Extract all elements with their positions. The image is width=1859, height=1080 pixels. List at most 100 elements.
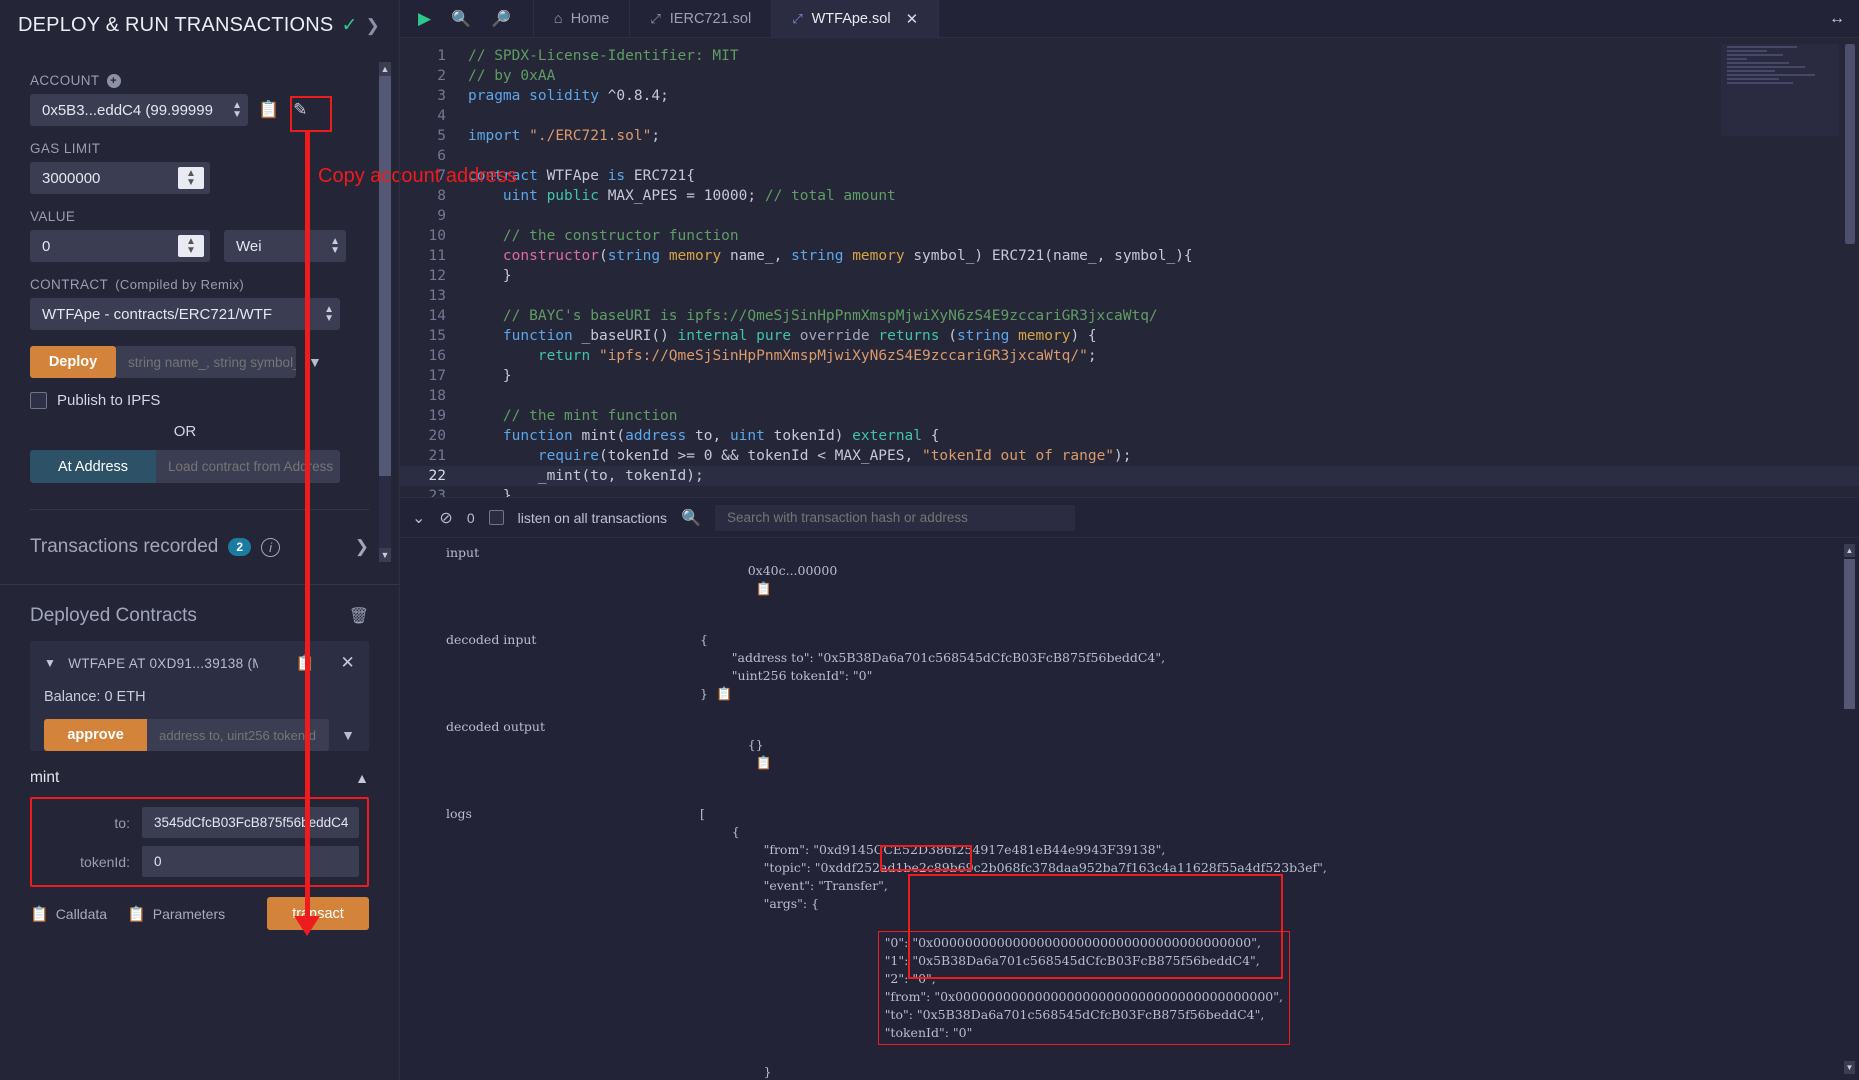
code-line: 20 function mint(address to, uint tokenI… (400, 426, 1859, 446)
copy-icon[interactable]: 📋 (708, 687, 732, 702)
approve-args-input[interactable] (147, 719, 330, 751)
tab-ierc721-label: IERC721.sol (669, 10, 752, 27)
line-number: 15 (428, 328, 446, 344)
line-number: 12 (428, 268, 446, 284)
info-icon[interactable]: i (261, 537, 281, 557)
stepper-icon[interactable]: ▲ ▼ (178, 167, 204, 189)
deploy-run-sidebar: DEPLOY & RUN TRANSACTIONS ✓ ❯ ACCOUNT + … (0, 0, 400, 1080)
copy-icon[interactable]: 📋 (254, 98, 283, 122)
scroll-down-icon[interactable]: ▼ (1844, 1061, 1855, 1074)
ban-icon[interactable]: ⊘ (439, 508, 452, 528)
play-icon[interactable]: ▶ (418, 9, 431, 29)
code-line: 3 pragma solidity ^0.8.4; (400, 86, 1859, 106)
chevron-down-icon[interactable]: ▼ (308, 354, 322, 370)
line-number: 18 (428, 388, 446, 404)
code-line: 23 } (400, 486, 1859, 497)
parameters-button[interactable]: 📋 Parameters (127, 905, 225, 923)
copy-icon[interactable]: 📋 (748, 756, 772, 771)
scroll-up-icon[interactable]: ▲ (379, 62, 391, 76)
transact-button[interactable]: transact (267, 897, 369, 930)
mint-to-label: to: (114, 814, 130, 831)
account-value: 0x5B3...eddC4 (99.99999 (42, 101, 213, 119)
close-icon[interactable]: ✕ (906, 10, 919, 28)
zoom-in-icon[interactable]: 🔎 (491, 9, 511, 29)
code-text: } (502, 268, 512, 284)
tab-ierc721[interactable]: ⤢ IERC721.sol (630, 0, 773, 37)
log-value: } } ] 📋 📋 (763, 1064, 772, 1079)
log-row-decoded-input: decoded input { "address to": "0x5B38Da6… (400, 631, 1859, 704)
copy-icon[interactable]: 📋 (295, 654, 314, 672)
code-line: 12 } (400, 266, 1859, 286)
scroll-down-icon[interactable]: ▼ (379, 548, 391, 562)
stepper-icon[interactable]: ▲ ▼ (178, 235, 204, 257)
code-line: 22 _mint(to, tokenId); (400, 466, 1859, 486)
close-icon[interactable]: ✕ (340, 653, 355, 673)
scrollbar-thumb[interactable] (1844, 559, 1855, 709)
trash-icon[interactable]: 🗑 (349, 606, 369, 626)
code-line: 1 // SPDX-License-Identifier: MIT (400, 46, 1859, 66)
contract-label: CONTRACT (Compiled by Remix) (30, 277, 245, 292)
account-select[interactable]: 0x5B3...eddC4 (99.99999 ▲ ▼ (30, 94, 248, 126)
value-input[interactable]: 0 ▲ ▼ (30, 230, 210, 262)
chevron-right-icon[interactable]: ❯ (355, 537, 369, 557)
value-unit-select[interactable]: Wei ▲ ▼ (224, 230, 346, 262)
deploy-button[interactable]: Deploy (30, 346, 116, 378)
gas-limit-input[interactable]: 3000000 ▲ ▼ (30, 162, 210, 194)
code-line: 2 // by 0xAA (400, 66, 1859, 86)
publish-ipfs-checkbox[interactable] (30, 392, 47, 409)
code-line: 18 (400, 386, 1859, 406)
code-editor[interactable]: 1 // SPDX-License-Identifier: MIT 2 // by 0… (400, 38, 1859, 498)
terminal-scrollbar[interactable]: ▲ ▼ (1844, 544, 1855, 1074)
deploy-args-input[interactable] (116, 346, 296, 378)
line-number: 1 (437, 48, 446, 64)
chevrons-down-icon[interactable]: ⌄ (412, 508, 425, 528)
chevron-updown-icon: ▲ ▼ (330, 236, 340, 256)
editor-toolbar-icons: ▶ 🔍 🔎 (400, 0, 534, 37)
publish-ipfs-row[interactable]: Publish to IPFS (30, 392, 369, 409)
at-address-button[interactable]: At Address (30, 450, 156, 483)
chevron-down-icon[interactable]: ▼ (341, 727, 355, 743)
at-address-row: At Address (30, 450, 369, 483)
mint-param-tokenid: tokenId: (32, 846, 359, 877)
function-row-approve: approve ▼ (44, 719, 355, 751)
plus-icon[interactable]: + (106, 73, 121, 88)
chevron-updown-icon: ▲ ▼ (232, 100, 242, 120)
deployed-contract-title-row[interactable]: ▼ WTFAPE AT 0XD91...39138 (MEM 📋 ✕ (44, 653, 355, 673)
mint-tokenid-input[interactable] (142, 846, 359, 877)
tab-wtfape[interactable]: ⤢ WTFApe.sol ✕ (772, 0, 940, 37)
copy-icon: 📋 (127, 905, 146, 923)
scrollbar-thumb[interactable] (1845, 44, 1855, 244)
copy-icon: 📋 (30, 905, 49, 923)
deploy-row: Deploy ▼ (30, 346, 369, 378)
tab-home[interactable]: ⌂ Home (534, 0, 631, 37)
chevron-down-icon[interactable]: ▼ (44, 656, 56, 670)
code-line: 11 constructor(string memory name_, stri… (400, 246, 1859, 266)
code-text: // the constructor function (502, 228, 739, 244)
zoom-out-icon[interactable]: 🔍 (451, 9, 471, 29)
sidebar-scrollbar[interactable]: ▲ ▼ (379, 62, 391, 562)
expand-icon[interactable]: ↔ (1829, 10, 1859, 28)
copy-icon[interactable]: 📋 (748, 582, 772, 597)
code-line: 5 import "./ERC721.sol"; (400, 126, 1859, 146)
transactions-recorded-section[interactable]: Transactions recorded 2 i ❯ (0, 510, 399, 584)
at-address-input[interactable] (156, 450, 340, 483)
scroll-up-icon[interactable]: ▲ (1844, 544, 1855, 557)
page-title: DEPLOY & RUN TRANSACTIONS (18, 14, 334, 36)
chevron-up-icon[interactable]: ▲ (355, 770, 369, 786)
edit-icon[interactable]: ✎ (289, 98, 311, 122)
contract-select[interactable]: WTFApe - contracts/ERC721/WTF ▲ ▼ (30, 298, 340, 330)
chevron-right-icon[interactable]: ❯ (366, 16, 380, 36)
search-icon[interactable]: 🔍 (681, 508, 701, 528)
editor-scrollbar[interactable] (1845, 44, 1855, 492)
terminal-log[interactable]: input 0x40c...00000 📋 decoded input { "a… (400, 538, 1859, 1080)
calldata-button[interactable]: 📋 Calldata (30, 905, 107, 923)
approve-button[interactable]: approve (44, 719, 148, 751)
mint-to-input[interactable] (142, 807, 359, 838)
listen-all-transactions-checkbox[interactable] (488, 510, 504, 525)
scrollbar-thumb[interactable] (379, 76, 391, 476)
transactions-recorded-label: Transactions recorded (30, 536, 219, 557)
editor-minimap[interactable] (1721, 44, 1839, 136)
terminal-search-input[interactable] (714, 504, 1075, 531)
